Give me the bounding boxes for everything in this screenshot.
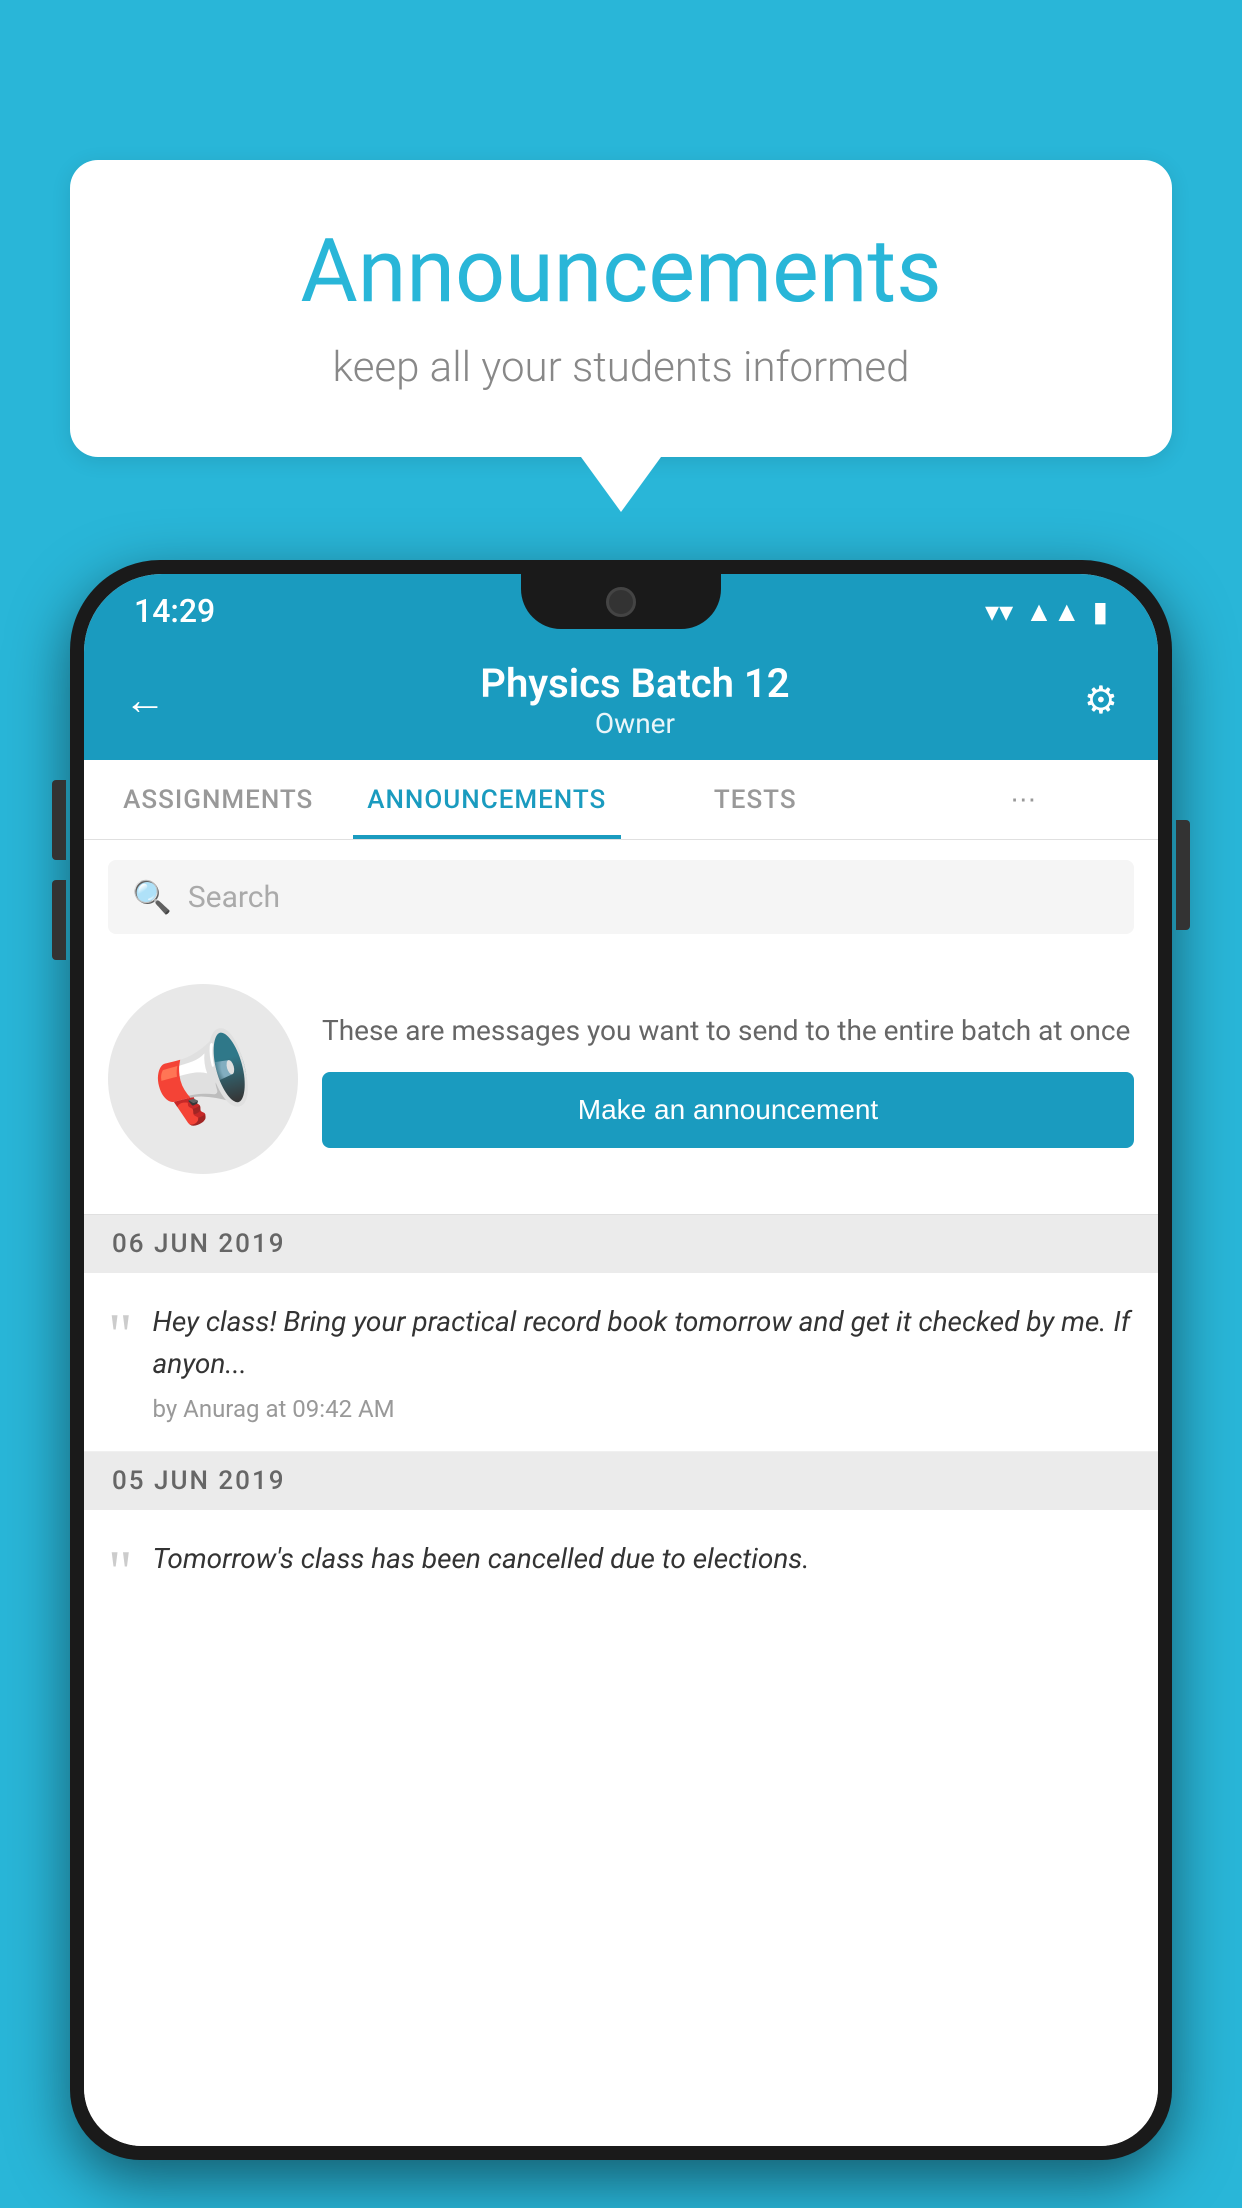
make-announcement-button[interactable]: Make an announcement [322,1072,1134,1148]
tab-bar: ASSIGNMENTS ANNOUNCEMENTS TESTS ⋯ [84,760,1158,840]
announcement-text-group-1: Hey class! Bring your practical record b… [153,1301,1135,1423]
app-bar-title: Physics Batch 12 [186,660,1084,707]
tab-announcements[interactable]: ANNOUNCEMENTS [353,760,622,839]
announcement-text-1: Hey class! Bring your practical record b… [153,1301,1135,1385]
app-bar-subtitle: Owner [186,707,1084,740]
speech-bubble-tail [581,457,661,512]
announcement-text-group-2: Tomorrow's class has been cancelled due … [153,1538,1135,1590]
content-area: 🔍 Search 📢 These are messages you want t… [84,840,1158,2146]
announcement-promo-section: 📢 These are messages you want to send to… [84,954,1158,1215]
promo-description: These are messages you want to send to t… [322,1010,1134,1052]
speech-bubble-section: Announcements keep all your students inf… [70,160,1172,512]
speech-bubble-title: Announcements [150,220,1092,323]
search-icon: 🔍 [132,878,172,916]
phone-notch [521,574,721,629]
speech-bubble-subtitle: keep all your students informed [150,343,1092,392]
app-bar-title-group: Physics Batch 12 Owner [186,660,1084,740]
battery-icon: ▮ [1093,595,1108,628]
power-button[interactable] [1176,820,1190,930]
settings-button[interactable]: ⚙ [1084,678,1118,723]
search-placeholder-text: Search [188,880,280,915]
wifi-icon: ▾▾ [985,595,1013,628]
tab-assignments[interactable]: ASSIGNMENTS [84,760,353,839]
date-separator-1: 06 JUN 2019 [84,1215,1158,1273]
megaphone-icon: 📢 [143,1021,264,1138]
app-bar: ← Physics Batch 12 Owner ⚙ [84,640,1158,760]
front-camera [606,587,636,617]
volume-up-button[interactable] [52,780,66,860]
volume-down-button[interactable] [52,880,66,960]
tab-more[interactable]: ⋯ [890,760,1159,839]
announcement-meta-1: by Anurag at 09:42 AM [153,1395,1135,1423]
back-button[interactable]: ← [124,676,166,725]
quote-icon-1: " [108,1305,133,1365]
status-time: 14:29 [134,592,215,630]
announcement-item-1[interactable]: " Hey class! Bring your practical record… [84,1273,1158,1452]
phone-mockup: 14:29 ▾▾ ▲▲ ▮ ← Physics Batch 12 Owner ⚙ [70,560,1172,2208]
signal-icon: ▲▲ [1025,595,1080,628]
search-bar[interactable]: 🔍 Search [108,860,1134,934]
announcement-item-2[interactable]: " Tomorrow's class has been cancelled du… [84,1510,1158,1630]
phone-screen: 14:29 ▾▾ ▲▲ ▮ ← Physics Batch 12 Owner ⚙ [84,574,1158,2146]
tab-tests[interactable]: TESTS [621,760,890,839]
promo-icon-circle: 📢 [108,984,298,1174]
date-separator-2: 05 JUN 2019 [84,1452,1158,1510]
quote-icon-2: " [108,1542,133,1602]
status-icons: ▾▾ ▲▲ ▮ [985,595,1108,628]
announcement-text-2: Tomorrow's class has been cancelled due … [153,1538,1135,1580]
promo-right: These are messages you want to send to t… [322,1010,1134,1148]
speech-bubble-card: Announcements keep all your students inf… [70,160,1172,457]
